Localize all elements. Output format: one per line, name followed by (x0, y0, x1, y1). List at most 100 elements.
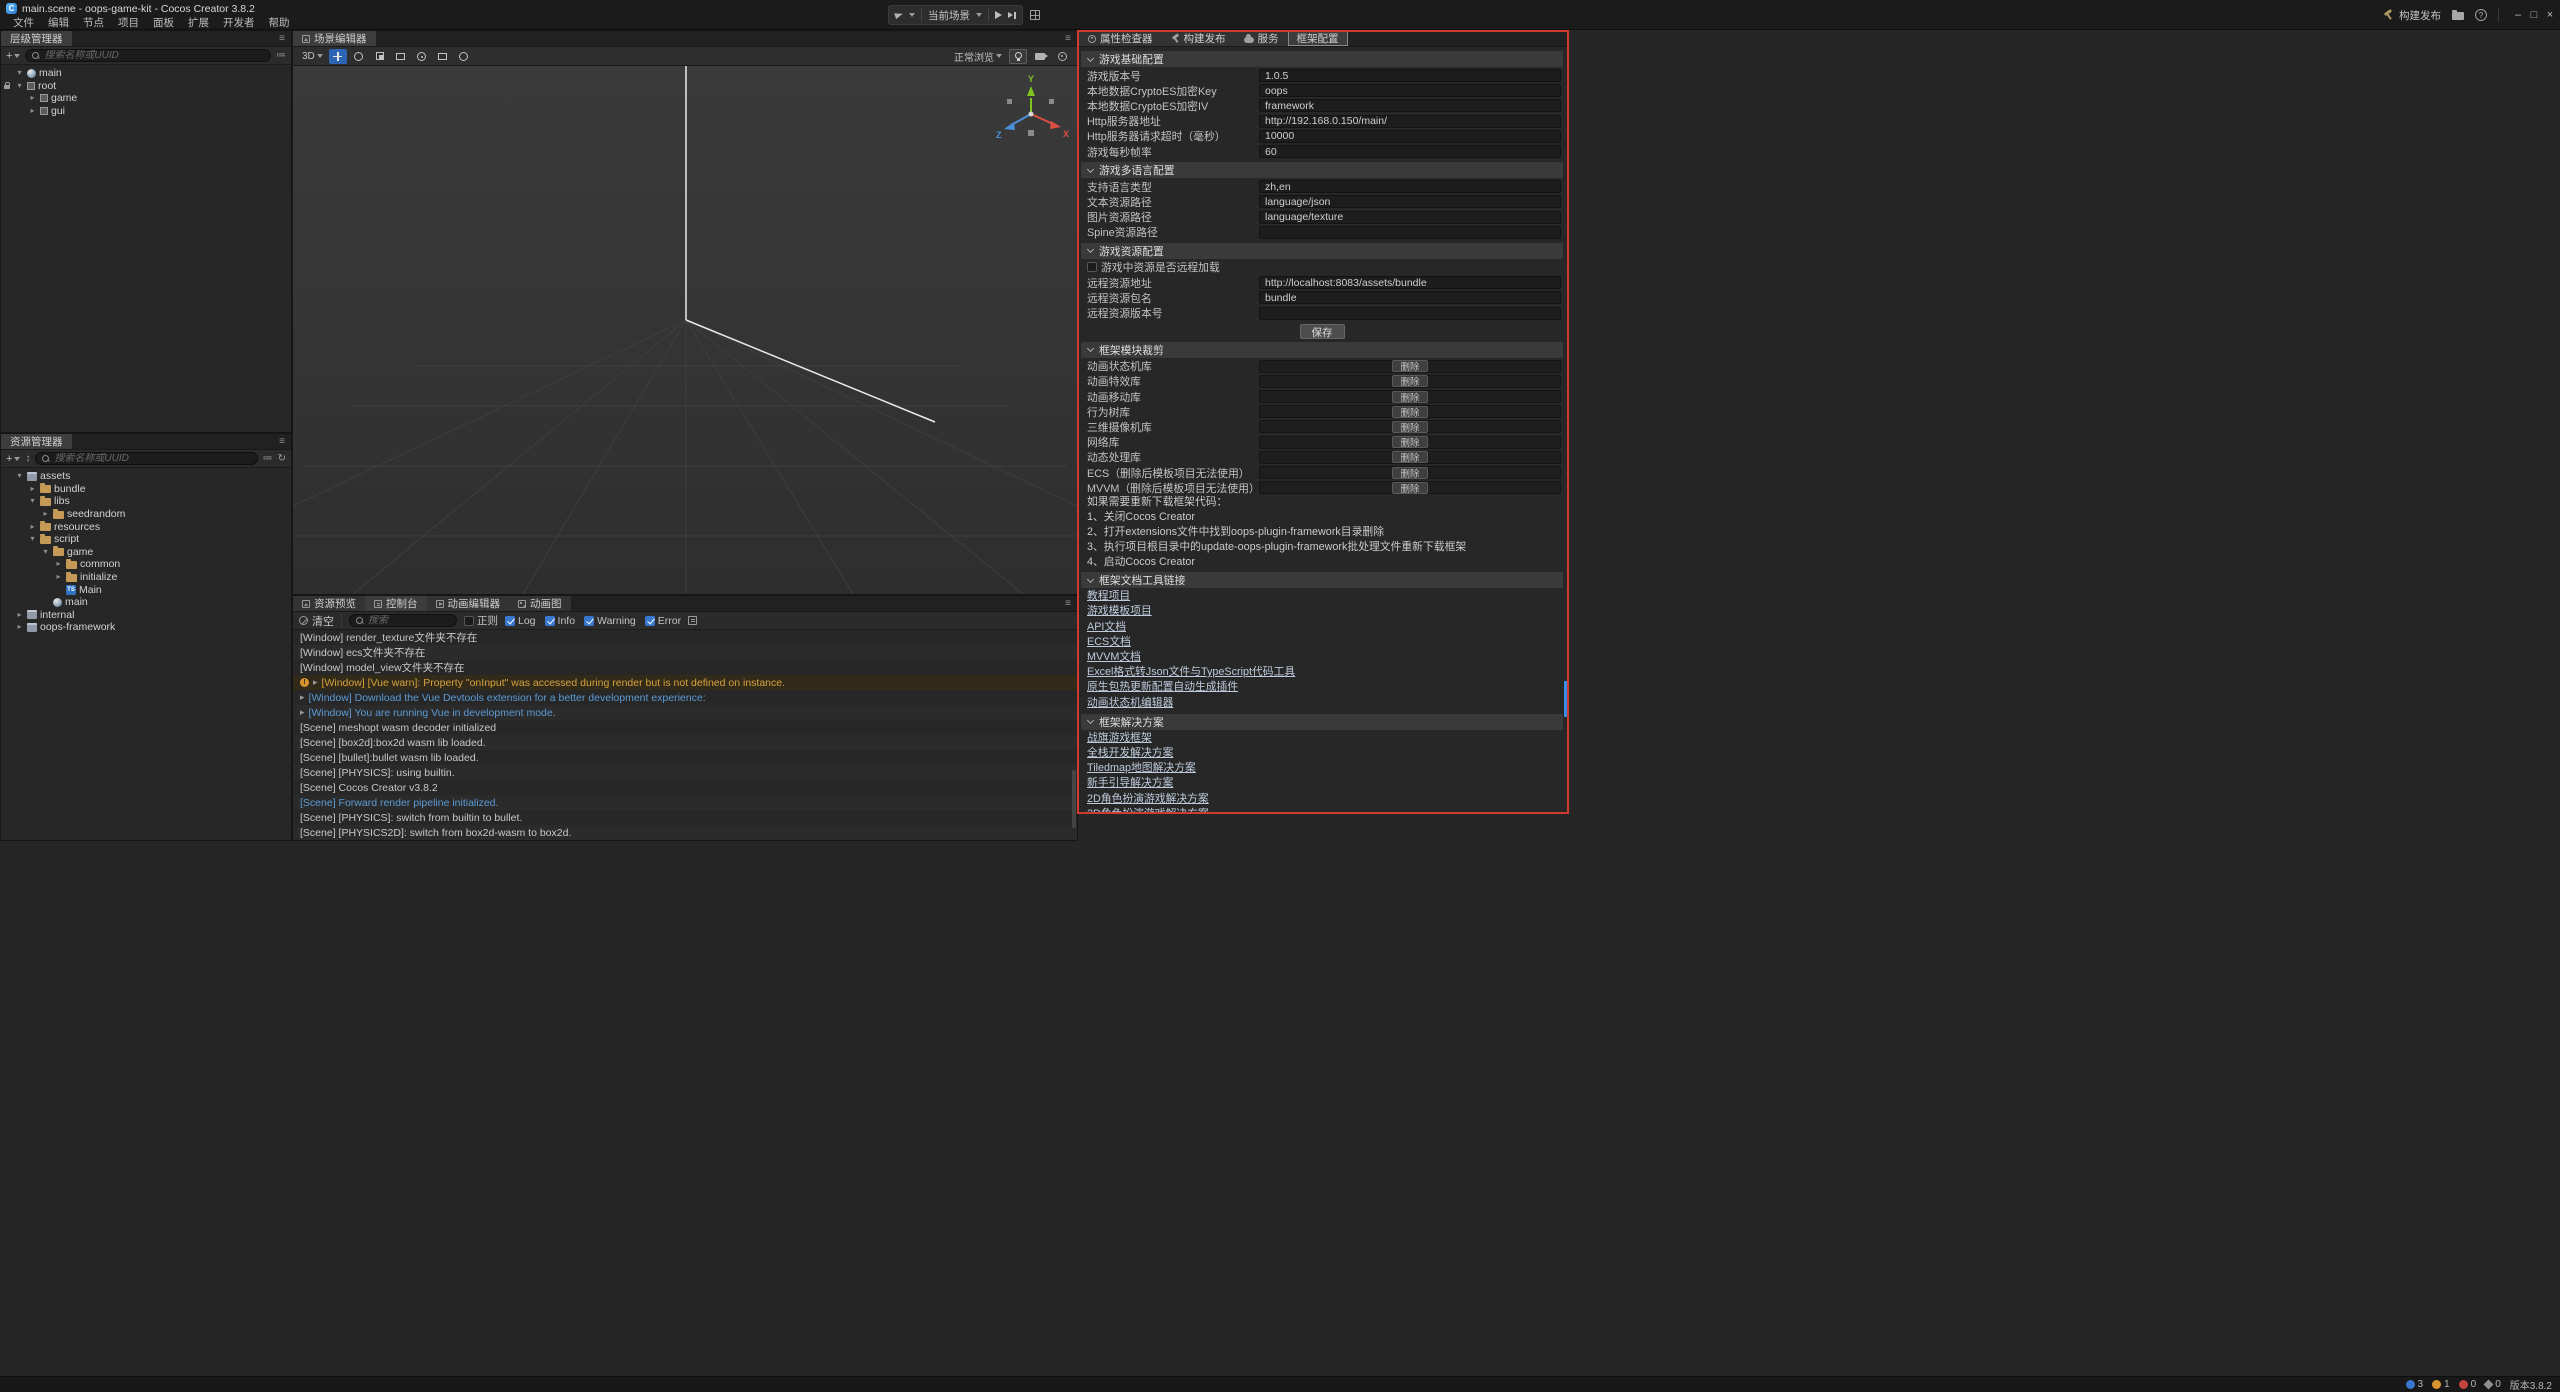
expand-arrow[interactable]: ▸ (300, 692, 305, 703)
filter-Log[interactable]: Log (505, 615, 536, 627)
expand-arrow[interactable]: ▾ (28, 495, 37, 507)
inspector-scrollbar[interactable] (1564, 681, 1567, 717)
create-asset-button[interactable]: + (6, 453, 20, 465)
refresh-icon[interactable]: ↻ (278, 453, 286, 464)
checkbox[interactable] (505, 616, 515, 626)
log-row[interactable]: [Window] render_texture文件夹不存在 (293, 630, 1077, 645)
section-header[interactable]: 框架文档工具链接 (1081, 572, 1563, 588)
layout-icon[interactable] (1030, 10, 1040, 20)
log-row[interactable]: [Scene] meshopt wasm decoder initialized (293, 720, 1077, 735)
expand-arrow[interactable]: ▸ (15, 621, 24, 633)
tab-hierarchy[interactable]: 层级管理器 (1, 31, 72, 46)
log-row[interactable]: ▸[Window] You are running Vue in develop… (293, 705, 1077, 720)
scene-light-toggle[interactable] (1009, 49, 1027, 64)
console-search[interactable] (349, 614, 457, 627)
hierarchy-node-game[interactable]: ▸game (1, 92, 291, 105)
section-header[interactable]: 框架模块裁剪 (1081, 342, 1563, 358)
checkbox[interactable] (584, 616, 594, 626)
menu-文件[interactable]: 文件 (6, 16, 41, 30)
expand-arrow[interactable]: ▸ (54, 558, 63, 570)
view-mode-dropdown[interactable]: 正常浏览 (951, 49, 1005, 64)
assets-search[interactable] (35, 452, 257, 465)
delete-module-button[interactable]: 删除 (1392, 375, 1427, 387)
framework-link[interactable]: Excel格式转Json文件与TypeScript代码工具 (1087, 665, 1295, 680)
orientation-gizmo[interactable]: X Y Z (991, 72, 1075, 152)
config-input[interactable] (1259, 226, 1561, 239)
delete-module-button[interactable]: 删除 (1392, 421, 1427, 433)
log-row[interactable]: [Window] ecs文件夹不存在 (293, 645, 1077, 660)
sort-icon[interactable]: ↕ (25, 453, 30, 464)
expand-arrow[interactable]: ▾ (41, 546, 50, 558)
tab-框架配置[interactable]: 框架配置 (1288, 31, 1348, 46)
asset-node-libs[interactable]: ▾libs (1, 495, 291, 508)
delete-module-button[interactable]: 删除 (1392, 482, 1427, 494)
framework-link[interactable]: Tiledmap地图解决方案 (1087, 761, 1196, 776)
error-counter[interactable]: 0 (2459, 1379, 2477, 1390)
log-row[interactable]: [Scene] [bullet]:bullet wasm lib loaded. (293, 750, 1077, 765)
tab-控制台[interactable]: 控制台 (365, 596, 427, 611)
expand-arrow[interactable]: ▸ (28, 483, 37, 495)
log-row[interactable]: [Scene] [PHYSICS]: using builtin. (293, 765, 1077, 780)
hierarchy-node-main[interactable]: ▾main (1, 67, 291, 80)
asset-node-seedrandom[interactable]: ▸seedrandom (1, 508, 291, 521)
chevron-down-icon[interactable] (909, 13, 915, 17)
asset-node-common[interactable]: ▸common (1, 558, 291, 571)
log-row[interactable]: [Window] model_view文件夹不存在 (293, 660, 1077, 675)
tab-资源预览[interactable]: 资源预览 (293, 596, 365, 611)
log-row[interactable]: [Scene] Forward render pipeline initiali… (293, 795, 1077, 810)
tab-scene[interactable]: 场景编辑器 (293, 31, 376, 46)
regex-toggle[interactable]: 正则 (464, 613, 498, 628)
log-row[interactable]: [Scene] Cocos Creator v3.8.2 (293, 780, 1077, 795)
expand-arrow[interactable]: ▾ (15, 470, 24, 482)
section-header[interactable]: 游戏基础配置 (1081, 51, 1563, 67)
asset-node-main[interactable]: main (1, 596, 291, 609)
expand-arrow[interactable]: ▾ (15, 67, 24, 79)
config-input[interactable] (1259, 307, 1561, 320)
delete-module-button[interactable]: 删除 (1392, 391, 1427, 403)
asset-node-game[interactable]: ▾game (1, 546, 291, 559)
warning-counter[interactable]: 1 (2432, 1379, 2450, 1390)
menu-项目[interactable]: 项目 (111, 16, 146, 30)
asset-node-Main[interactable]: TSMain (1, 583, 291, 596)
help-icon[interactable]: ? (2475, 9, 2487, 21)
config-input[interactable] (1259, 69, 1561, 82)
scene-selector[interactable]: 当前场景 (928, 8, 970, 23)
expand-arrow[interactable]: ▾ (28, 533, 37, 545)
console-scrollbar[interactable] (1072, 770, 1076, 828)
filter-Error[interactable]: Error (645, 615, 681, 627)
mode-3d-button[interactable]: 3D (299, 49, 326, 64)
task-counter[interactable]: 0 (2485, 1379, 2501, 1390)
open-project-folder-icon[interactable] (2452, 12, 2464, 20)
search-input[interactable] (44, 50, 264, 61)
delete-module-button[interactable]: 删除 (1392, 451, 1427, 463)
delete-module-button[interactable]: 删除 (1392, 467, 1427, 479)
maximize-button[interactable]: □ (2526, 0, 2542, 30)
framework-link[interactable]: 原生包热更新配置自动生成插件 (1087, 680, 1238, 695)
framework-link[interactable]: ECS文档 (1087, 635, 1131, 650)
expand-arrow[interactable]: ▸ (28, 521, 37, 533)
framework-link[interactable]: 全栈开发解决方案 (1087, 746, 1173, 761)
panel-menu-icon[interactable]: ≡ (1059, 596, 1077, 611)
panel-menu-icon[interactable]: ≡ (1059, 31, 1077, 46)
scene-settings-button[interactable] (1053, 49, 1071, 64)
log-row[interactable]: [Scene] [PHYSICS]: switch from builtin t… (293, 810, 1077, 825)
log-row[interactable]: [Scene] [box2d]:box2d wasm lib loaded. (293, 735, 1077, 750)
expand-arrow[interactable]: ▸ (300, 707, 305, 718)
checkbox[interactable] (545, 616, 555, 626)
menu-扩展[interactable]: 扩展 (181, 16, 216, 30)
log-row[interactable]: !▸[Window] [Vue warn]: Property "onInput… (293, 675, 1077, 690)
scene-viewport[interactable]: X Y Z (293, 66, 1077, 594)
delete-module-button[interactable]: 删除 (1392, 406, 1427, 418)
config-input[interactable] (1259, 145, 1561, 158)
tab-动画图[interactable]: 动画图 (509, 596, 571, 611)
scene-camera-button[interactable] (1031, 49, 1049, 64)
framework-link[interactable]: 教程项目 (1087, 589, 1130, 604)
log-row[interactable]: [Scene] [PHYSICS2D]: switch from box2d-w… (293, 825, 1077, 840)
config-input[interactable] (1259, 115, 1561, 128)
config-input[interactable] (1259, 291, 1561, 304)
platform-icon[interactable] (894, 11, 903, 19)
tab-assets[interactable]: 资源管理器 (1, 434, 72, 449)
asset-node-oops-framework[interactable]: ▸oops-framework (1, 621, 291, 634)
framework-link[interactable]: 2D角色扮演游戏解决方案 (1087, 792, 1209, 807)
step-button[interactable] (1008, 12, 1016, 19)
